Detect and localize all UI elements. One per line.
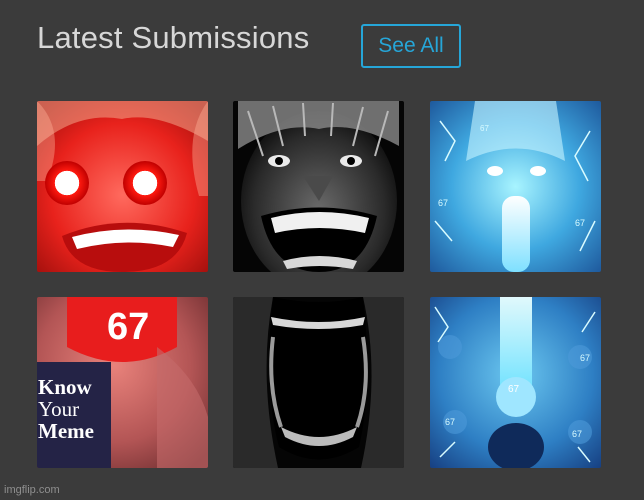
grayscale-grin-image xyxy=(233,101,404,272)
caption-67-small: 67 xyxy=(580,353,590,363)
caption-67: 67 xyxy=(508,384,520,395)
blue-scream-image: 67 67 67 xyxy=(430,101,601,272)
submission-thumbnail-3[interactable]: 67 67 67 xyxy=(430,101,601,272)
caption-67-small: 67 xyxy=(445,417,455,427)
submission-thumbnail-5[interactable] xyxy=(233,297,404,468)
imgflip-watermark: imgflip.com xyxy=(4,484,60,496)
submission-thumbnail-1[interactable] xyxy=(37,101,208,272)
section-title: Latest Submissions xyxy=(37,20,310,55)
caption-67: 67 xyxy=(107,306,149,348)
blue-67-beam-image: 67 67 67 67 xyxy=(430,297,601,468)
logo-line-your: Your xyxy=(38,397,80,421)
submission-thumbnail-4[interactable]: 67 Know Your Meme xyxy=(37,297,208,468)
dark-mouth-image xyxy=(233,297,404,468)
logo-line-meme: Meme xyxy=(38,419,94,443)
caption-67-small: 67 xyxy=(438,198,448,208)
see-all-button[interactable]: See All xyxy=(361,24,461,68)
submission-thumbnail-6[interactable]: 67 67 67 67 xyxy=(430,297,601,468)
logo-line-know: Know xyxy=(38,375,92,399)
red-glowing-eyes-image xyxy=(37,101,208,272)
latest-submissions-panel: Latest Submissions See All 67 67 67 67 K… xyxy=(0,0,644,500)
submission-thumbnail-2[interactable] xyxy=(233,101,404,272)
caption-67-small: 67 xyxy=(480,124,489,133)
caption-67-small: 67 xyxy=(572,429,582,439)
header: Latest Submissions xyxy=(37,22,309,53)
caption-67-small: 67 xyxy=(575,218,585,228)
know-your-meme-logo: Know Your Meme xyxy=(37,362,111,468)
